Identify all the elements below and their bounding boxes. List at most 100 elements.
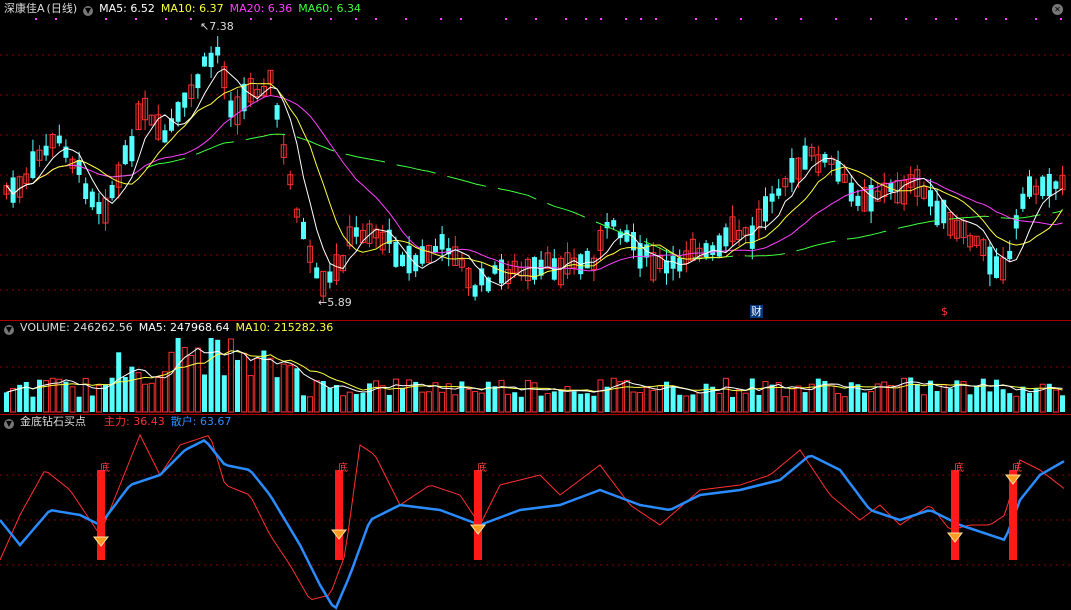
volume-bar-down bbox=[294, 368, 300, 412]
candle-down bbox=[353, 227, 359, 237]
signal-dot bbox=[695, 18, 697, 20]
volume-bar-up bbox=[148, 382, 155, 413]
volume-bar-up bbox=[643, 387, 650, 413]
volume-bar-up bbox=[439, 391, 446, 413]
sh-line bbox=[0, 439, 1065, 610]
candle-down bbox=[182, 92, 188, 108]
volume-bar-down bbox=[235, 359, 240, 412]
volume-bar-up bbox=[617, 381, 624, 413]
candle-down bbox=[83, 183, 89, 199]
signal-dot bbox=[165, 18, 167, 20]
volume-bar-up bbox=[874, 383, 881, 413]
bottom-signal-label: 底 bbox=[338, 461, 348, 474]
candle-down bbox=[175, 102, 181, 122]
volume-bar-down bbox=[677, 394, 683, 412]
candle-down bbox=[56, 135, 62, 144]
volume-bar-down bbox=[360, 392, 366, 412]
volume-bar-down bbox=[578, 393, 584, 412]
volume-bar-up bbox=[69, 386, 76, 413]
volume-bar-down bbox=[664, 381, 669, 412]
volume-bar-down bbox=[987, 391, 993, 412]
volume-bar-down bbox=[690, 394, 696, 412]
candle-down bbox=[202, 56, 207, 67]
volume-bar-down bbox=[994, 379, 999, 412]
volume-bar-down bbox=[30, 396, 36, 412]
volume-bar-down bbox=[1007, 393, 1013, 412]
bottom-signal-label: 底 bbox=[1012, 461, 1022, 474]
candle-down bbox=[769, 193, 775, 202]
diamond-icon bbox=[469, 524, 487, 535]
volume-bar-up bbox=[683, 395, 690, 413]
signal-dot bbox=[870, 18, 872, 20]
diamond-icon bbox=[946, 532, 964, 543]
volume-bar-down bbox=[76, 396, 82, 412]
close-icon[interactable]: ✕ bbox=[1052, 4, 1063, 15]
volume-bar-up bbox=[524, 379, 531, 413]
volume-bar-down bbox=[208, 338, 214, 412]
volume-bar-down bbox=[327, 387, 333, 412]
volume-bar-up bbox=[379, 385, 386, 413]
volume-bar-up bbox=[478, 392, 485, 413]
signal-dot bbox=[625, 18, 627, 20]
volume-bar-down bbox=[63, 381, 69, 412]
volume-bar-down bbox=[1033, 388, 1039, 412]
signal-dot bbox=[310, 18, 312, 20]
dollar-marker[interactable]: $ bbox=[941, 305, 948, 318]
volume-bar-up bbox=[307, 396, 314, 413]
volume-bar-down bbox=[4, 392, 9, 412]
indicator-panel[interactable]: ▼ 金底钻石买点 主力: 36.43 散户: 63.67 底底底底底 bbox=[0, 415, 1071, 610]
volume-bar-up bbox=[155, 377, 162, 413]
volume-bar-down bbox=[802, 392, 808, 412]
candle-down bbox=[789, 158, 795, 183]
signal-dot bbox=[835, 18, 837, 20]
signal-dot bbox=[250, 18, 252, 20]
candle-down bbox=[76, 159, 82, 175]
volume-bar-up bbox=[346, 391, 353, 413]
candle-down bbox=[848, 182, 854, 202]
volume-panel[interactable]: ▼ VOLUME: 246262.56 MA5: 247968.64 MA10: 21… bbox=[0, 321, 1071, 414]
signal-dot bbox=[460, 18, 462, 20]
price-chart[interactable] bbox=[0, 0, 1071, 320]
volume-bar-down bbox=[934, 390, 940, 412]
candle-down bbox=[492, 265, 498, 274]
signal-dot bbox=[1035, 18, 1037, 20]
high-price-label: ↖7.38 bbox=[200, 20, 234, 33]
bottom-signal-bar bbox=[474, 470, 482, 560]
candle-down bbox=[835, 161, 841, 182]
volume-bar-up bbox=[742, 392, 749, 413]
volume-chart[interactable] bbox=[0, 321, 1071, 414]
candle-down bbox=[472, 285, 478, 297]
volume-bar-down bbox=[1060, 395, 1065, 412]
volume-bar-down bbox=[37, 379, 42, 412]
candle-down bbox=[393, 241, 399, 267]
volume-bar-down bbox=[558, 390, 564, 412]
candle-down bbox=[716, 235, 722, 257]
candle-down bbox=[1020, 193, 1026, 209]
volume-bar-up bbox=[960, 381, 967, 413]
volume-bar-up bbox=[465, 388, 472, 413]
volume-bar-down bbox=[947, 388, 953, 412]
indicator-chart[interactable]: 底底底底底 bbox=[0, 415, 1071, 610]
signal-dot bbox=[955, 18, 957, 20]
price-panel[interactable]: 深康佳A (日线) ▼ MA5: 6.52 MA10: 6.37 MA20: 6.36 MA… bbox=[0, 0, 1071, 320]
candle-down bbox=[611, 220, 617, 227]
signal-dot bbox=[105, 18, 107, 20]
volume-bar-down bbox=[914, 384, 920, 412]
signal-dot bbox=[740, 18, 742, 20]
candle-down bbox=[664, 260, 669, 274]
bottom-signal-label: 底 bbox=[954, 461, 964, 474]
volume-bar-up bbox=[1052, 389, 1059, 413]
volume-bar-up bbox=[920, 394, 927, 413]
candle-down bbox=[228, 100, 234, 118]
signal-dot bbox=[405, 18, 407, 20]
volume-bar-down bbox=[89, 395, 95, 412]
signal-dot bbox=[55, 18, 57, 20]
signal-dot bbox=[800, 18, 802, 20]
signal-dot bbox=[505, 18, 507, 20]
candle-down bbox=[30, 151, 36, 178]
signal-dot bbox=[270, 18, 272, 20]
volume-bar-down bbox=[974, 385, 980, 412]
finance-marker[interactable]: 财 bbox=[750, 305, 763, 318]
volume-bar-up bbox=[795, 385, 802, 413]
volume-bar-up bbox=[194, 347, 201, 413]
